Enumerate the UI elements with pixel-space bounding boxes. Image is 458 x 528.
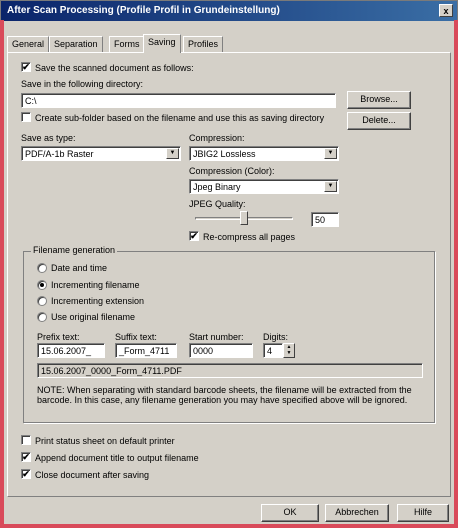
compression-label: Compression: (189, 133, 245, 143)
radio-incrementing-extension[interactable] (37, 296, 47, 306)
print-status-checkbox[interactable] (21, 435, 31, 445)
tab-profiles[interactable]: Profiles (183, 36, 224, 52)
close-doc-label: Close document after saving (35, 470, 150, 480)
compression-value: JBIG2 Lossless (193, 149, 256, 159)
tab-forms[interactable]: Forms (109, 36, 145, 52)
append-title-checkbox[interactable]: ✔ (21, 452, 31, 462)
frame-right-edge (454, 20, 458, 528)
append-title-label: Append document title to output filename (35, 453, 199, 463)
window-title: After Scan Processing (Profile Profil in… (7, 5, 280, 16)
filename-preview: 15.06.2007_0000_Form_4711.PDF (37, 363, 423, 378)
title-bar[interactable]: After Scan Processing (Profile Profil in… (1, 1, 457, 21)
frame-left-edge (0, 20, 4, 528)
compression-select[interactable]: JBIG2 Lossless ▼ (189, 146, 339, 161)
filename-generation-title: Filename generation (31, 245, 118, 255)
jpeg-quality-input[interactable]: 50 (311, 212, 339, 227)
recompress-label: Re-compress all pages (203, 232, 296, 242)
tab-saving[interactable]: Saving (143, 34, 181, 53)
dialog-window: After Scan Processing (Profile Profil in… (0, 0, 458, 528)
digits-input[interactable]: 4 (263, 343, 283, 358)
slider-thumb[interactable] (240, 211, 248, 225)
help-button[interactable]: Hilfe (397, 504, 449, 522)
compression-color-select[interactable]: Jpeg Binary ▼ (189, 179, 339, 194)
cancel-button[interactable]: Abbrechen (325, 504, 389, 522)
browse-button[interactable]: Browse... (347, 91, 411, 109)
save-scanned-label: Save the scanned document as follows: (35, 63, 194, 73)
start-number-input[interactable]: 0000 (189, 343, 253, 358)
prefix-input[interactable]: 15.06.2007_ (37, 343, 105, 358)
chevron-down-icon[interactable]: ▼ (166, 148, 179, 159)
save-type-value: PDF/A-1b Raster (25, 149, 94, 159)
radio-date-time[interactable] (37, 263, 47, 273)
digits-stepper[interactable]: ▲ ▼ (283, 343, 295, 358)
radio-incrementing-extension-label: Incrementing extension (51, 296, 145, 306)
radio-incrementing-filename-label: Incrementing filename (51, 280, 140, 290)
frame-bottom-edge (0, 524, 458, 528)
spin-down-icon[interactable]: ▼ (284, 350, 294, 356)
delete-button[interactable]: Delete... (347, 112, 411, 130)
radio-original-filename[interactable] (37, 312, 47, 322)
radio-selected-dot (40, 283, 44, 287)
directory-input[interactable]: C:\ (21, 93, 336, 108)
prefix-label: Prefix text: (37, 332, 80, 342)
print-status-label: Print status sheet on default printer (35, 436, 175, 446)
save-type-label: Save as type: (21, 133, 76, 143)
chevron-down-icon[interactable]: ▼ (324, 148, 337, 159)
compression-color-value: Jpeg Binary (193, 182, 241, 192)
tab-separation[interactable]: Separation (49, 36, 103, 52)
radio-original-filename-label: Use original filename (51, 312, 136, 322)
digits-label: Digits: (263, 332, 289, 342)
radio-incrementing-filename[interactable] (37, 280, 47, 290)
compression-color-label: Compression (Color): (189, 166, 275, 176)
suffix-label: Suffix text: (115, 332, 157, 342)
directory-label: Save in the following directory: (21, 79, 144, 89)
tab-general[interactable]: General (7, 36, 50, 52)
close-icon[interactable]: x (439, 4, 453, 17)
jpeg-quality-slider[interactable] (189, 210, 299, 226)
barcode-note: NOTE: When separating with standard barc… (37, 385, 412, 405)
chevron-down-icon[interactable]: ▼ (324, 181, 337, 192)
close-doc-checkbox[interactable]: ✔ (21, 469, 31, 479)
suffix-input[interactable]: _Form_4711 (115, 343, 177, 358)
recompress-checkbox[interactable]: ✔ (189, 231, 199, 241)
ok-button[interactable]: OK (261, 504, 319, 522)
save-type-select[interactable]: PDF/A-1b Raster ▼ (21, 146, 181, 161)
jpeg-quality-label: JPEG Quality: (189, 199, 246, 209)
start-number-label: Start number: (189, 332, 244, 342)
radio-date-time-label: Date and time (51, 263, 108, 273)
save-scanned-checkbox[interactable]: ✔ (21, 62, 31, 72)
subfolder-checkbox[interactable] (21, 112, 31, 122)
subfolder-label: Create sub-folder based on the filename … (35, 113, 325, 123)
